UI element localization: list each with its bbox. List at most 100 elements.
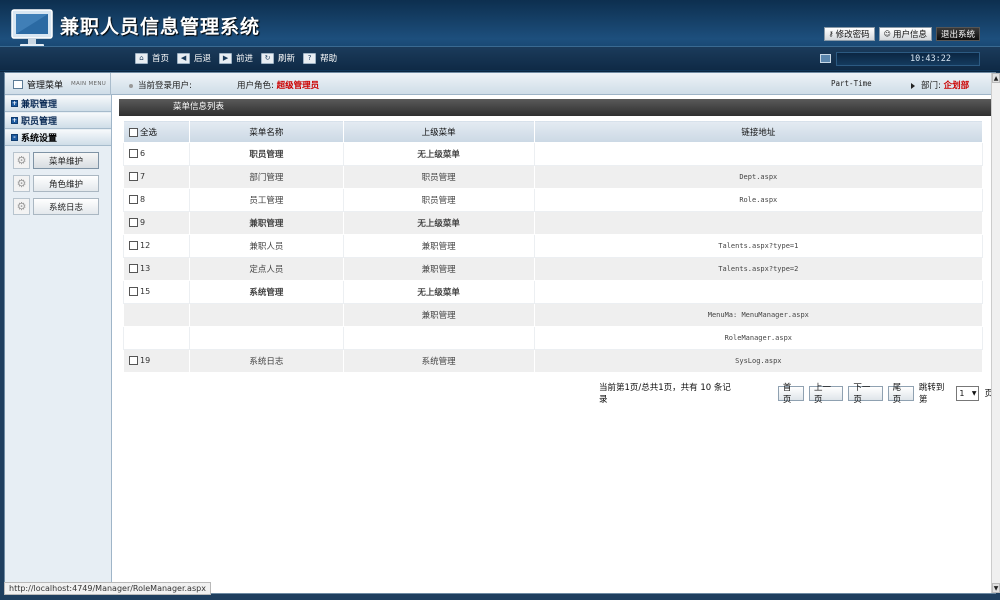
- collapse-icon: -: [11, 134, 18, 141]
- menu-name-cell: 系统日志: [189, 349, 344, 373]
- scroll-down-icon[interactable]: ▼: [992, 583, 1000, 593]
- logout-button[interactable]: 退出系统: [935, 27, 980, 41]
- back-nav-button[interactable]: ◀ 后退: [177, 52, 211, 64]
- row-checkbox[interactable]: [129, 287, 138, 296]
- refresh-nav-button[interactable]: ↻ 刷新: [261, 52, 295, 64]
- menu-name-cell: 部门管理: [189, 165, 344, 189]
- link-url-cell: [533, 142, 984, 166]
- page-select[interactable]: 1 ▼: [956, 385, 980, 401]
- first-page-button[interactable]: 首页: [777, 383, 805, 405]
- refresh-icon: ↻: [261, 52, 275, 64]
- forward-nav-button[interactable]: ▶ 前进: [219, 52, 253, 64]
- table-header-row: 全选 菜单名称 上级菜单 链接地址: [123, 120, 984, 143]
- row-checkbox[interactable]: [129, 241, 138, 250]
- forward-arrow-icon: ▶: [219, 52, 233, 64]
- mode-label: Part-Time: [831, 79, 872, 88]
- info-bar: 管理菜单 MAIN MENU 当前登录用户: 用户角色: 超级管理员 Part-…: [5, 73, 995, 95]
- parent-menu-cell: 无上级菜单: [342, 280, 535, 304]
- parent-menu-cell: 无上级菜单: [342, 211, 535, 235]
- row-id: 12: [140, 241, 151, 250]
- change-password-button[interactable]: ⚷ 修改密码: [823, 27, 875, 41]
- sidebar-item-label: 角色维护: [33, 175, 99, 192]
- row-select-cell: 13: [123, 257, 190, 281]
- row-select-cell: [123, 326, 190, 350]
- sidebar-group-settings[interactable]: - 系统设置: [5, 130, 111, 146]
- sidebar-group-staff[interactable]: + 职员管理: [5, 113, 111, 129]
- link-url-cell: Talents.aspx?type=1: [533, 234, 984, 258]
- row-id: 6: [140, 149, 146, 158]
- parent-menu-cell: 兼职管理: [342, 234, 535, 258]
- header-buttons: ⚷ 修改密码 ☺ 用户信息 退出系统: [823, 27, 980, 41]
- menu-name-cell: 兼职人员: [189, 234, 344, 258]
- nav-items: ⌂ 首页 ◀ 后退 ▶ 前进 ↻ 刷新 ? 帮助: [135, 52, 337, 64]
- row-checkbox[interactable]: [129, 195, 138, 204]
- sidebar-item-role-maintenance[interactable]: ⚙ 角色维护: [13, 175, 111, 192]
- role-value: 超级管理员: [276, 81, 320, 91]
- pager-info: 当前第1页/总共1页，共有 10 条记录: [599, 383, 731, 405]
- refresh-label: 刷新: [278, 54, 296, 64]
- content-panel: 菜单信息列表 全选 菜单名称 上级菜单 链接地址 6 职员管理 无上级菜单 7 部门管理…: [119, 99, 993, 593]
- parent-menu-cell: 兼职管理: [342, 303, 535, 327]
- gear-icon: ⚙: [13, 198, 30, 215]
- current-user-info: 当前登录用户:: [129, 79, 192, 91]
- row-select-cell: [123, 303, 190, 327]
- panel-title: 菜单信息列表: [119, 99, 993, 116]
- table-row: 7 部门管理 职员管理 Dept.aspx: [123, 165, 984, 189]
- column-header-url: 链接地址: [533, 120, 984, 143]
- row-id: 19: [140, 356, 151, 365]
- next-page-button[interactable]: 下一页: [848, 383, 883, 405]
- row-id: 15: [140, 287, 151, 296]
- sidebar-item-menu-maintenance[interactable]: ⚙ 菜单维护: [13, 152, 111, 169]
- row-checkbox[interactable]: [129, 149, 138, 158]
- menu-icon: [13, 79, 23, 89]
- pager: 当前第1页/总共1页，共有 10 条记录 首页 上一页 下一页 尾页 跳转到第 …: [599, 381, 993, 405]
- help-nav-button[interactable]: ? 帮助: [303, 52, 337, 64]
- parent-menu-cell: 兼职管理: [342, 257, 535, 281]
- last-page-button[interactable]: 尾页: [887, 383, 914, 405]
- expand-icon: +: [11, 116, 18, 124]
- link-url-cell: [533, 211, 984, 235]
- settings-submenu: ⚙ 菜单维护 ⚙ 角色维护 ⚙ 系统日志: [5, 146, 111, 215]
- select-all-checkbox[interactable]: [129, 127, 138, 137]
- row-checkbox[interactable]: [129, 356, 138, 365]
- prev-page-button[interactable]: 上一页: [809, 383, 844, 405]
- help-icon: ?: [303, 52, 317, 64]
- table-row: 19 系统日志 系统管理 SysLog.aspx: [123, 349, 984, 373]
- column-header-parent: 上级菜单: [342, 120, 535, 143]
- row-checkbox[interactable]: [129, 172, 138, 181]
- sidebar-item-system-log[interactable]: ⚙ 系统日志: [13, 198, 111, 215]
- main-frame: 管理菜单 MAIN MENU 当前登录用户: 用户角色: 超级管理员 Part-…: [4, 72, 1000, 594]
- user-info-label: 用户信息: [892, 30, 927, 40]
- table-body: 6 职员管理 无上级菜单 7 部门管理 职员管理 Dept.aspx 8 员工管理 职员管理 Rol…: [123, 142, 984, 373]
- row-checkbox[interactable]: [129, 218, 138, 227]
- status-bar-url: http://localhost:4749/Manager/RoleManage…: [4, 582, 211, 595]
- menu-title-en: MAIN MENU: [71, 81, 107, 87]
- sidebar-item-label: 系统日志: [33, 198, 99, 215]
- select-all-header[interactable]: 全选: [123, 120, 190, 143]
- table-row: 9 兼职管理 无上级菜单: [123, 211, 984, 235]
- menu-name-cell: 员工管理: [189, 188, 344, 212]
- forward-label: 前进: [236, 54, 254, 64]
- sidebar: + 兼职管理 + 职员管理 - 系统设置 ⚙ 菜单维护 ⚙ 角色维护 ⚙ 系统日…: [5, 95, 112, 593]
- table-row: 6 职员管理 无上级菜单: [123, 142, 984, 166]
- row-select-cell: 15: [123, 280, 190, 304]
- menu-name-cell: 系统管理: [189, 280, 344, 304]
- jump-label: 跳转到第: [918, 383, 945, 405]
- row-select-cell: 8: [123, 188, 190, 212]
- row-id: 9: [140, 218, 146, 227]
- toolbar: ⌂ 首页 ◀ 后退 ▶ 前进 ↻ 刷新 ? 帮助 10:43:22: [0, 46, 1000, 70]
- role-info: 用户角色: 超级管理员: [237, 79, 319, 91]
- home-nav-button[interactable]: ⌂ 首页: [135, 52, 169, 64]
- column-header-name: 菜单名称: [189, 120, 344, 143]
- back-label: 后退: [194, 54, 212, 64]
- sidebar-group-parttime[interactable]: + 兼职管理: [5, 96, 111, 112]
- menu-name-cell: 兼职管理: [189, 211, 344, 235]
- user-info-button[interactable]: ☺ 用户信息: [878, 27, 932, 41]
- row-checkbox[interactable]: [129, 264, 138, 273]
- sidebar-group-label: 职员管理: [21, 117, 58, 127]
- vertical-scrollbar[interactable]: ▲ ▼: [991, 73, 1000, 593]
- row-select-cell: 7: [123, 165, 190, 189]
- triangle-right-icon: [911, 82, 915, 89]
- scroll-up-icon[interactable]: ▲: [992, 73, 1000, 83]
- chevron-down-icon: ▼: [971, 389, 977, 397]
